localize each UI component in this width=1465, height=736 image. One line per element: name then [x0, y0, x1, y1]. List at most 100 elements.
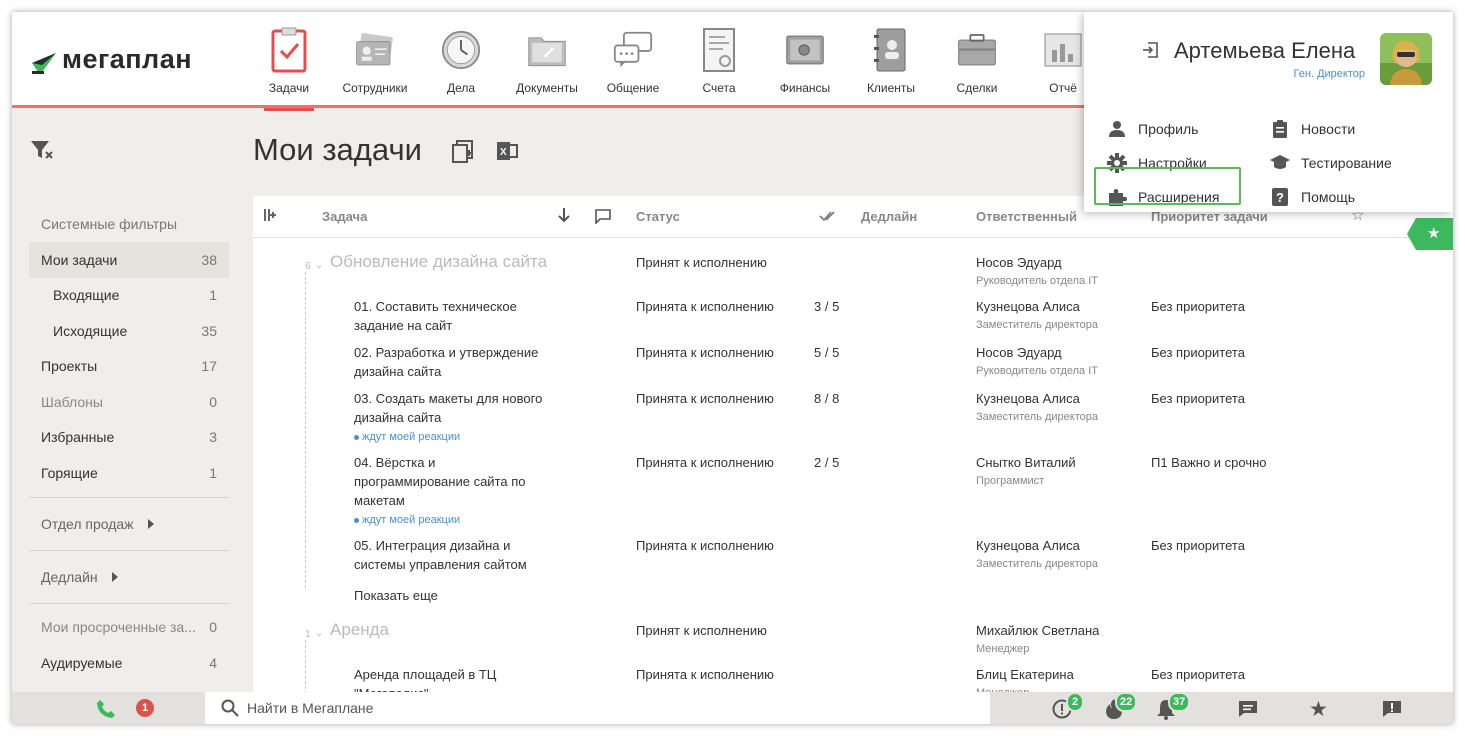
nav-clients[interactable]: Клиенты	[848, 12, 934, 108]
sidebar-item-incoming[interactable]: Входящие 1	[29, 278, 229, 314]
sidebar-section-title: Системные фильтры	[41, 216, 178, 232]
responsible-role: Руководитель отдела IT	[976, 365, 1099, 377]
column-responsible[interactable]: Ответственный	[976, 209, 1077, 224]
responsible-name[interactable]: Снытко Виталий	[976, 453, 1076, 472]
responsible-name[interactable]: Кузнецова Алиса	[976, 389, 1080, 408]
sidebar-item-count: 3	[209, 429, 217, 446]
task-priority: Без приоритета	[1151, 391, 1245, 406]
messages-icon[interactable]	[1238, 700, 1258, 721]
nav-communication[interactable]: Общение	[590, 12, 676, 108]
sidebar-item-outgoing[interactable]: Исходящие 35	[29, 313, 229, 349]
sort-down-icon[interactable]	[558, 207, 570, 226]
global-search[interactable]	[205, 692, 990, 724]
responsible-name[interactable]: Носов Эдуард	[976, 343, 1062, 362]
task-title[interactable]: 03. Создать макеты для нового дизайна сай…	[354, 389, 542, 427]
project-title[interactable]: Обновление дизайна сайта	[330, 252, 547, 271]
menu-profile[interactable]: Профиль	[1106, 117, 1198, 141]
responsible-name[interactable]: Михайлюк Светлана	[976, 621, 1099, 640]
menu-news[interactable]: Новости	[1269, 117, 1355, 141]
svg-text:?: ?	[1276, 190, 1284, 205]
sidebar-item-label: Мои просроченные за...	[41, 619, 196, 636]
documents-icon	[527, 26, 567, 74]
column-deadline[interactable]: Дедлайн	[861, 209, 917, 224]
nav-deals[interactable]: Сделки	[934, 12, 1020, 108]
nav-deals-clock[interactable]: Дела	[418, 12, 504, 108]
task-title[interactable]: 01. Составить техническое задание на сайт	[354, 297, 517, 335]
megaplan-logo[interactable]: мегаплан	[30, 44, 192, 75]
checklist-count: 5 / 5	[814, 345, 840, 360]
task-title[interactable]: 02. Разработка и утверждение дизайна сайт…	[354, 343, 538, 381]
task-priority: Без приоритета	[1151, 538, 1245, 553]
chat-icon	[613, 26, 653, 74]
sidebar-item-hot[interactable]: Горящие 1	[29, 455, 229, 491]
excel-export-icon[interactable]: X	[496, 140, 518, 165]
sidebar-divider	[29, 549, 229, 551]
phone-icon[interactable]	[96, 699, 116, 722]
user-name[interactable]: Артемьева Елена	[1174, 38, 1355, 64]
responsible-name[interactable]: Кузнецова Алиса	[976, 297, 1080, 316]
user-icon	[1106, 120, 1128, 138]
responsible-role: Заместитель директора	[976, 319, 1098, 331]
feedback-icon[interactable]	[1382, 700, 1402, 721]
chevron-down-icon[interactable]: ⌄	[315, 624, 323, 643]
sidebar-group-deadline[interactable]: Дедлайн	[29, 557, 229, 597]
sidebar-item-label: Горящие	[41, 464, 98, 481]
favorites-tab[interactable]: ★	[1407, 218, 1453, 250]
page-title: Мои задачи	[253, 132, 422, 167]
copy-task-icon[interactable]	[452, 140, 474, 167]
column-task[interactable]: Задача	[322, 209, 367, 224]
app-window: мегаплан Задачи Сотрудники Дела Документ…	[12, 12, 1453, 724]
awaiting-reaction-label[interactable]: ждут моей реакции	[354, 513, 460, 527]
sidebar-item-overdue[interactable]: Мои просроченные за... 0	[29, 610, 229, 646]
employees-icon	[355, 26, 395, 74]
avatar[interactable]	[1380, 33, 1432, 85]
expand-arrow-icon	[147, 518, 154, 529]
sidebar-item-audited[interactable]: Аудируемые 4	[29, 645, 229, 681]
sidebar-item-projects[interactable]: Проекты 17	[29, 349, 229, 385]
awaiting-reaction-label[interactable]: ждут моей реакции	[354, 430, 460, 444]
sidebar-item-my-tasks[interactable]: Мои задачи 38	[29, 242, 229, 278]
sidebar-item-favorites[interactable]: Избранные 3	[29, 420, 229, 456]
task-status: Принят к исполнению	[636, 255, 767, 270]
sidebar-item-templates[interactable]: Шаблоны 0	[29, 384, 229, 420]
sidebar-item-count: 0	[209, 619, 217, 636]
sidebar-item-count: 0	[209, 393, 217, 410]
checklist-count: 3 / 5	[814, 299, 840, 314]
nav-documents[interactable]: Документы	[504, 12, 590, 108]
favorites-star-icon[interactable]: ★	[1309, 697, 1328, 722]
menu-help[interactable]: ? Помощь	[1269, 185, 1355, 209]
user-role: Ген. Директор	[1293, 68, 1365, 80]
logout-icon[interactable]	[1142, 42, 1158, 61]
responsible-name[interactable]: Кузнецова Алиса	[976, 536, 1080, 555]
filter-clear-icon[interactable]	[30, 140, 54, 163]
sidebar-divider	[29, 602, 229, 604]
column-status[interactable]: Статус	[636, 209, 680, 224]
main-nav: Задачи Сотрудники Дела Документы Общение…	[246, 12, 1106, 111]
tree-line	[305, 272, 306, 588]
sidebar-item-label: Входящие	[53, 287, 120, 304]
nav-tasks[interactable]: Задачи	[246, 12, 332, 111]
sidebar-divider	[29, 496, 229, 498]
sidebar-group-sales[interactable]: Отдел продаж	[29, 504, 229, 544]
project-title[interactable]: Аренда	[330, 620, 389, 639]
task-title[interactable]: 04. Вёрстка и программирование сайта по ма…	[354, 453, 525, 510]
responsible-name[interactable]: Носов Эдуард	[976, 253, 1062, 272]
nav-invoices[interactable]: Счета	[676, 12, 762, 108]
checklist-icon[interactable]	[819, 209, 837, 226]
nav-finance[interactable]: Финансы	[762, 12, 848, 108]
search-input[interactable]	[247, 700, 747, 716]
nav-employees[interactable]: Сотрудники	[332, 12, 418, 108]
comments-icon[interactable]	[595, 208, 611, 227]
calls-badge: 1	[136, 699, 154, 717]
sidebar-item-count: 38	[201, 251, 217, 268]
columns-settings-icon[interactable]	[263, 208, 277, 225]
nav-label: Сделки	[956, 81, 998, 95]
sidebar-group-label: Дедлайн	[41, 568, 98, 585]
responsible-name[interactable]: Блиц Екатерина	[976, 665, 1074, 684]
menu-testing[interactable]: Тестирование	[1269, 151, 1392, 175]
chevron-down-icon[interactable]: ⌄	[315, 256, 323, 275]
show-more-link[interactable]: Показать еще	[354, 586, 438, 605]
contacts-icon	[871, 26, 911, 74]
menu-label: Новости	[1301, 121, 1356, 137]
task-title[interactable]: 05. Интеграция дизайна и системы управлен…	[354, 536, 527, 574]
